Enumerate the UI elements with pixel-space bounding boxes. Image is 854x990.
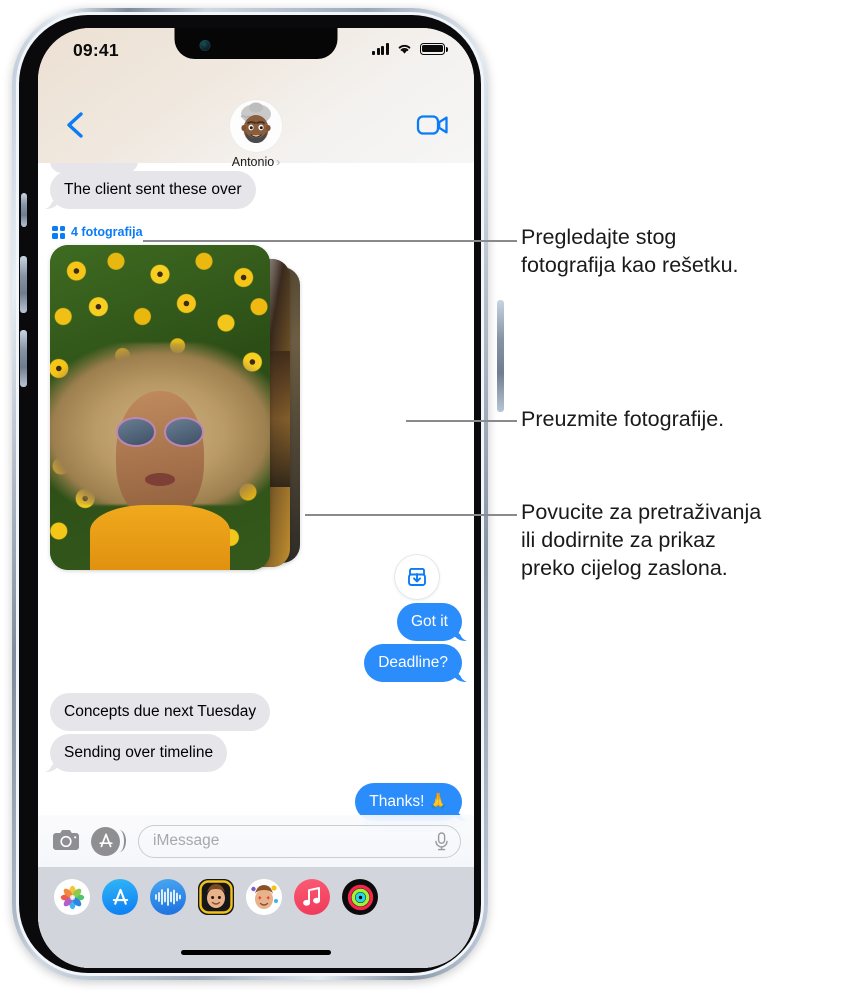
app-app-store[interactable] — [102, 879, 138, 915]
battery-full-icon — [420, 42, 448, 55]
camera-icon[interactable] — [51, 828, 82, 854]
audio-waveform-icon — [155, 888, 181, 906]
chevron-right-icon: › — [276, 155, 281, 169]
activity-rings-icon — [347, 884, 373, 910]
app-store-glyph — [98, 833, 113, 848]
memoji-avatar — [230, 100, 282, 152]
callout-line: Preuzmite fotografije. — [521, 407, 725, 431]
home-indicator[interactable] — [181, 950, 331, 955]
callout-leader-line-3 — [305, 514, 517, 516]
wifi-icon — [398, 44, 411, 54]
status-bar-icons — [372, 42, 448, 55]
app-music[interactable] — [294, 879, 330, 915]
save-to-photos-button[interactable] — [395, 555, 439, 599]
message-bubble-them[interactable]: Sending over timeline — [42, 734, 228, 773]
callout-line: preko cijelog zaslona. — [521, 555, 728, 580]
memoji-sticker-icon — [198, 879, 234, 915]
back-chevron-icon[interactable] — [62, 110, 88, 140]
app-memoji[interactable] — [246, 879, 282, 915]
app-photos[interactable] — [54, 879, 90, 915]
app-fitness[interactable] — [342, 879, 378, 915]
app-drawer-row — [38, 867, 474, 915]
message-bubble-them[interactable]: Concepts due next Tuesday — [50, 693, 271, 732]
power-button[interactable] — [497, 300, 504, 412]
volume-down-button[interactable] — [20, 330, 27, 387]
app-memoji-stickers[interactable] — [198, 879, 234, 915]
message-bubble-them[interactable]: The client sent these over — [43, 171, 256, 210]
app-store-icon — [112, 888, 128, 905]
screenshot-stage: 09:41 Antonio › The client sent these ov… — [0, 0, 854, 990]
callout-line: Pregledajte stog — [521, 225, 677, 249]
imessage-input[interactable]: iMessage — [138, 824, 461, 858]
volume-up-button[interactable] — [20, 256, 27, 313]
photo-stack-card-1[interactable] — [50, 245, 270, 570]
callout-line: fotografija kao rešetku. — [521, 252, 739, 277]
contact-header[interactable]: Antonio › — [230, 100, 282, 169]
photo-count-label: 4 fotografija — [71, 225, 143, 239]
front-camera-icon — [199, 40, 211, 51]
callout-leader-line-1 — [143, 240, 517, 242]
app-store-icon[interactable] — [91, 826, 126, 856]
contact-name: Antonio — [231, 155, 275, 169]
iphone-device-frame: 09:41 Antonio › The client sent these ov… — [12, 8, 504, 980]
callout-leader-line-2 — [406, 420, 517, 422]
status-bar-time: 09:41 — [73, 40, 119, 60]
callout-line: Povucite za pretraživanja — [521, 500, 762, 524]
contact-name-row[interactable]: Antonio › — [232, 155, 280, 169]
imessage-placeholder: iMessage — [153, 832, 220, 849]
device-screen: 09:41 Antonio › The client sent these ov… — [38, 28, 474, 968]
app-audio-message[interactable] — [150, 879, 186, 915]
photo-stack-grid-toggle[interactable]: 4 fotografija — [52, 225, 143, 239]
cellular-bars-icon — [372, 43, 389, 55]
message-bubble-me[interactable]: Got it — [396, 603, 470, 642]
message-input-bar: iMessage — [38, 815, 474, 867]
imessage-app-drawer[interactable] — [38, 867, 474, 968]
photo-stack[interactable] — [50, 245, 308, 582]
notch — [174, 28, 338, 59]
avatar[interactable] — [230, 100, 282, 152]
photos-icon — [60, 885, 84, 909]
mute-switch-button[interactable] — [21, 193, 27, 227]
music-note-icon — [303, 887, 321, 906]
photo-thumbnail — [50, 245, 270, 570]
callout-text-2: Preuzmite fotografije. — [521, 406, 851, 434]
microphone-icon[interactable] — [434, 831, 449, 852]
facetime-video-icon[interactable] — [416, 112, 450, 138]
save-to-photos-icon — [408, 567, 426, 586]
callout-text-1: Pregledajte stog fotografija kao rešetku… — [521, 224, 851, 280]
memoji-hearts-icon — [246, 879, 282, 915]
grid-four-squares-icon — [52, 225, 65, 239]
callout-text-3: Povucite za pretraživanja ili dodirnite … — [521, 499, 854, 583]
message-bubble-me[interactable]: Deadline? — [364, 644, 469, 683]
callout-line: ili dodirnite za prikaz — [521, 527, 716, 552]
